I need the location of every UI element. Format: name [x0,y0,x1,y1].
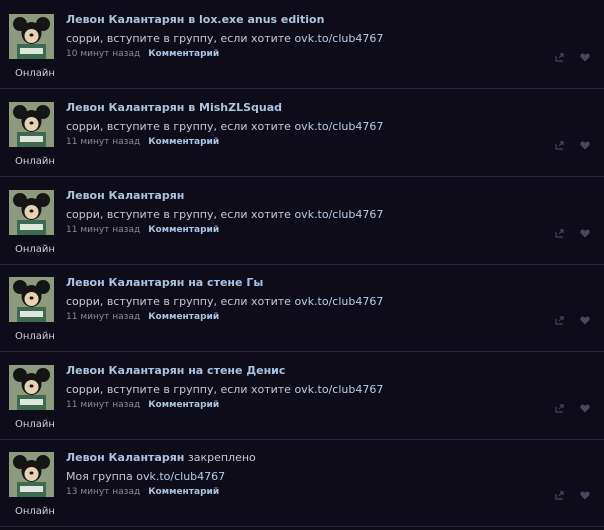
post-connector: в [184,101,199,114]
comment-link[interactable]: Комментарий [148,225,219,235]
comment-link[interactable]: Комментарий [148,312,219,322]
heart-icon[interactable] [580,316,590,328]
wall-target-link[interactable]: Гы [246,276,263,289]
wall-feed: Онлайн Левон Калантарян в lox.exe anus e… [0,0,604,530]
post-header: Левон Калантарян в MishZLSquad [66,101,282,114]
author-avatar[interactable] [9,365,54,410]
post-meta: 11 минут назад Комментарий [66,137,219,147]
wall-post: Онлайн Левон Калантарян сорри, вступите … [0,179,604,265]
post-text: сорри, вступите в группу, если хотите ov… [66,383,383,396]
post-text-content: сорри, вступите в группу, если хотите [66,120,295,133]
post-text: Моя группа ovk.to/club4767 [66,470,225,483]
wall-post: Онлайн Левон Калантарян на стене Гы сорр… [0,266,604,352]
post-header: Левон Калантарян закреплено [66,451,256,464]
club-link[interactable]: ovk.to/club4767 [294,32,383,45]
club-link[interactable]: ovk.to/club4767 [294,208,383,221]
post-header: Левон Калантарян в lox.exe anus edition [66,13,324,26]
author-name-link[interactable]: Левон Калантарян [66,189,184,202]
post-timestamp[interactable]: 11 минут назад [66,312,140,322]
comment-link[interactable]: Комментарий [148,400,219,410]
share-icon[interactable] [554,316,565,328]
heart-icon[interactable] [580,491,590,503]
post-text: сорри, вступите в группу, если хотите ov… [66,208,383,221]
wall-target-link[interactable]: MishZLSquad [199,101,282,114]
wall-post: Онлайн Левон Калантарян закреплено Моя г… [0,441,604,527]
share-icon[interactable] [554,491,565,503]
online-status: Онлайн [15,68,55,79]
author-name-link[interactable]: Левон Калантарян [66,364,184,377]
post-meta: 10 минут назад Комментарий [66,49,219,59]
post-text: сорри, вступите в группу, если хотите ov… [66,32,383,45]
online-status: Онлайн [15,156,55,167]
post-timestamp[interactable]: 13 минут назад [66,487,140,497]
wall-post: Онлайн Левон Калантарян на стене Денис с… [0,354,604,440]
club-link[interactable]: ovk.to/club4767 [294,120,383,133]
heart-icon[interactable] [580,229,590,241]
heart-icon[interactable] [580,404,590,416]
pinned-label: закреплено [184,451,256,464]
post-text: сорри, вступите в группу, если хотите ov… [66,120,383,133]
online-status: Онлайн [15,419,55,430]
post-text: сорри, вступите в группу, если хотите ov… [66,295,383,308]
author-name-link[interactable]: Левон Калантарян [66,276,184,289]
heart-icon[interactable] [580,141,590,153]
post-header: Левон Калантарян на стене Денис [66,364,285,377]
author-avatar[interactable] [9,190,54,235]
comment-link[interactable]: Комментарий [148,487,219,497]
post-connector: в [184,13,199,26]
post-actions [543,52,591,65]
post-actions [543,228,591,241]
author-avatar[interactable] [9,452,54,497]
wall-post: Онлайн Левон Калантарян в lox.exe anus e… [0,3,604,89]
post-text-content: сорри, вступите в группу, если хотите [66,32,295,45]
post-text-content: сорри, вступите в группу, если хотите [66,383,295,396]
share-icon[interactable] [554,53,565,65]
post-timestamp[interactable]: 11 минут назад [66,400,140,410]
post-meta: 11 минут назад Комментарий [66,400,219,410]
share-icon[interactable] [554,404,565,416]
wall-target-link[interactable]: Денис [246,364,285,377]
post-text-content: сорри, вступите в группу, если хотите [66,208,295,221]
author-name-link[interactable]: Левон Калантарян [66,13,184,26]
post-actions [543,315,591,328]
comment-link[interactable]: Комментарий [148,137,219,147]
club-link[interactable]: ovk.to/club4767 [136,470,225,483]
online-status: Онлайн [15,244,55,255]
post-timestamp[interactable]: 11 минут назад [66,137,140,147]
author-name-link[interactable]: Левон Калантарян [66,101,184,114]
share-icon[interactable] [554,141,565,153]
author-avatar[interactable] [9,14,54,59]
post-header: Левон Калантарян на стене Гы [66,276,263,289]
post-timestamp[interactable]: 10 минут назад [66,49,140,59]
share-icon[interactable] [554,229,565,241]
post-meta: 11 минут назад Комментарий [66,225,219,235]
post-text-content: сорри, вступите в группу, если хотите [66,295,295,308]
post-actions [543,403,591,416]
post-actions [543,490,591,503]
post-header: Левон Калантарян [66,189,184,202]
author-name-link[interactable]: Левон Калантарян [66,451,184,464]
comment-link[interactable]: Комментарий [148,49,219,59]
heart-icon[interactable] [580,53,590,65]
post-meta: 13 минут назад Комментарий [66,487,219,497]
post-timestamp[interactable]: 11 минут назад [66,225,140,235]
post-connector: на стене [184,276,247,289]
online-status: Онлайн [15,331,55,342]
wall-target-link[interactable]: lox.exe anus edition [199,13,324,26]
author-avatar[interactable] [9,277,54,322]
post-text-content: Моя группа [66,470,137,483]
post-meta: 11 минут назад Комментарий [66,312,219,322]
post-actions [543,140,591,153]
wall-post: Онлайн Левон Калантарян в MishZLSquad со… [0,91,604,177]
online-status: Онлайн [15,506,55,517]
author-avatar[interactable] [9,102,54,147]
club-link[interactable]: ovk.to/club4767 [294,383,383,396]
post-connector: на стене [184,364,247,377]
club-link[interactable]: ovk.to/club4767 [294,295,383,308]
